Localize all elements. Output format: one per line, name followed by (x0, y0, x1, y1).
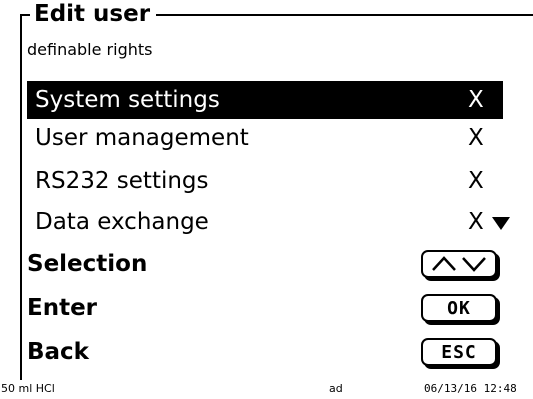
selection-button[interactable] (421, 250, 497, 278)
list-item-rs232-settings[interactable]: RS232 settings X (27, 162, 503, 200)
page-title: Edit user (30, 0, 157, 28)
list-item-value: X (468, 87, 484, 113)
list-item-label: RS232 settings (35, 168, 209, 194)
scroll-down-arrow-icon[interactable] (492, 217, 510, 230)
status-method: 50 ml HCl (1, 382, 55, 395)
list-item-system-settings[interactable]: System settings X (27, 81, 503, 119)
list-item-label: System settings (35, 87, 220, 113)
up-down-arrows-icon (432, 256, 486, 272)
list-item-value: X (468, 125, 484, 151)
status-bar: 50 ml HCl ad 06/13/16 12:48 (0, 379, 533, 399)
list-item-user-management[interactable]: User management X (27, 119, 503, 157)
esc-button[interactable]: ESC (421, 338, 497, 366)
list-item-label: Data exchange (35, 209, 209, 235)
ok-button[interactable]: OK (421, 294, 497, 322)
list-item-value: X (468, 209, 484, 235)
back-label: Back (27, 339, 89, 365)
list-item-value: X (468, 168, 484, 194)
status-datetime: 06/13/16 12:48 (424, 382, 517, 395)
page-subtitle: definable rights (27, 40, 153, 59)
list-item-data-exchange[interactable]: Data exchange X (27, 203, 510, 241)
selection-label: Selection (27, 251, 148, 277)
status-user: ad (329, 382, 343, 395)
enter-label: Enter (27, 295, 98, 321)
list-item-label: User management (35, 125, 249, 151)
